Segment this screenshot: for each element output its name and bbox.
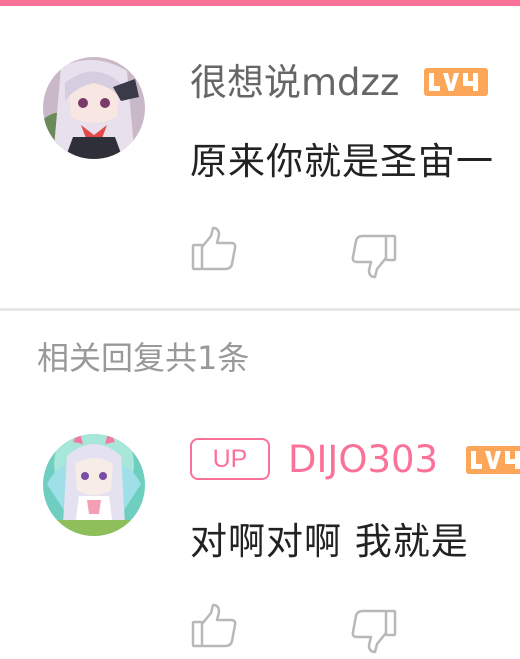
thumb-down-icon[interactable] bbox=[348, 230, 398, 280]
up-badge: UP bbox=[190, 438, 270, 480]
avatar[interactable] bbox=[43, 57, 145, 159]
comment-text: 对啊对啊 我就是 bbox=[190, 520, 469, 563]
comment-text: 原来你就是圣宙一 bbox=[190, 140, 494, 183]
level-badge bbox=[424, 68, 488, 96]
level-badge bbox=[466, 446, 520, 474]
avatar[interactable] bbox=[43, 434, 145, 536]
replies-section-title: 相关回复共1条 bbox=[37, 339, 250, 377]
username[interactable]: 很想说mdzz bbox=[190, 61, 399, 105]
username[interactable]: DIJO303 bbox=[288, 438, 438, 482]
top-accent-bar bbox=[0, 0, 520, 6]
divider bbox=[0, 308, 520, 311]
thumb-up-icon[interactable] bbox=[190, 602, 240, 652]
thumb-down-icon[interactable] bbox=[348, 605, 398, 655]
thumb-up-icon[interactable] bbox=[190, 225, 240, 275]
